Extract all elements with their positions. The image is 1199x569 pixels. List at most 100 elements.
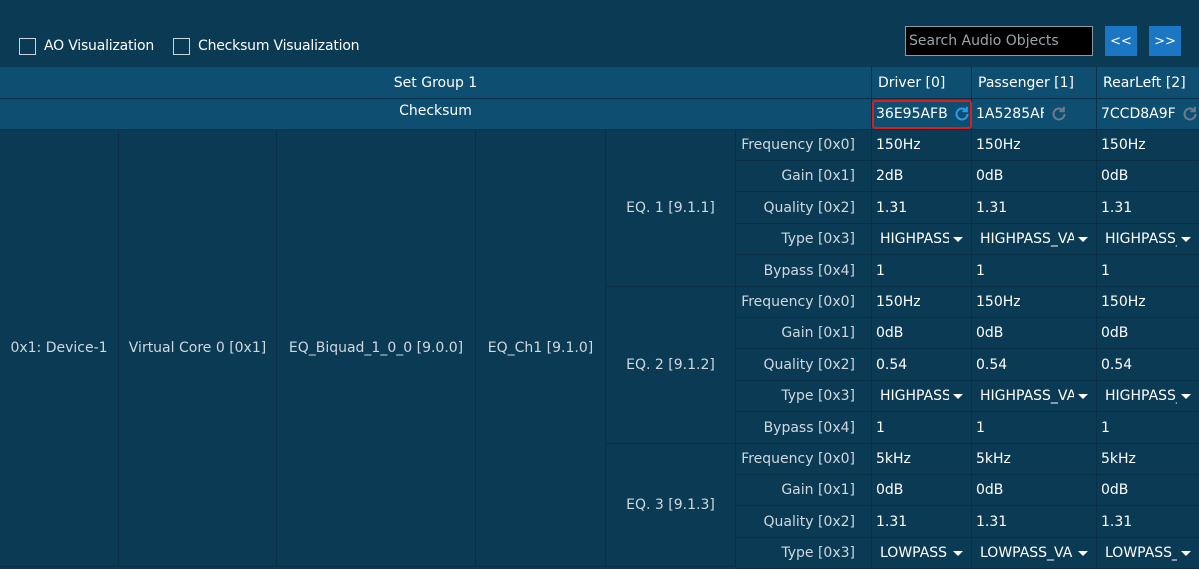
column-header-driver[interactable]: Driver [0] xyxy=(872,67,972,99)
parameter-value[interactable]: 150Hz xyxy=(1097,287,1199,318)
refresh-icon[interactable] xyxy=(1181,105,1199,123)
parameter-value[interactable]: 1.31 xyxy=(872,192,972,224)
core-label: Virtual Core 0 [0x1] xyxy=(128,340,267,356)
parameter-value[interactable]: 0dB xyxy=(972,318,1097,349)
checkbox-box[interactable] xyxy=(173,37,190,55)
chevron-down-icon[interactable] xyxy=(1078,393,1088,399)
parameter-name: Gain [0x1] xyxy=(736,475,872,506)
parameter-value[interactable]: 2dB xyxy=(872,161,972,192)
parameter-name: Bypass [0x4] xyxy=(736,412,872,444)
parameter-value[interactable]: 1 xyxy=(872,412,972,444)
type-dropdown[interactable]: HIGHPASS_VA xyxy=(972,224,1097,255)
parameter-value[interactable]: 0dB xyxy=(872,475,972,506)
type-dropdown[interactable]: LOWPASS_VA xyxy=(972,538,1097,569)
object-label: EQ_Biquad_1_0_0 [9.0.0] xyxy=(288,340,464,356)
parameter-value[interactable]: 1 xyxy=(872,255,972,287)
parameter-value[interactable]: 0dB xyxy=(972,161,1097,192)
eq-block-label: EQ. 1 [9.1.1] xyxy=(626,200,715,216)
type-dropdown[interactable]: HIGHPASS_VA xyxy=(972,381,1097,412)
chevron-down-icon[interactable] xyxy=(1181,393,1191,399)
ao-visualization-label: AO Visualization xyxy=(44,38,155,54)
type-dropdown-value: HIGHPASS_ xyxy=(1105,388,1177,404)
parameter-value[interactable]: 1 xyxy=(1097,412,1199,444)
parameter-name: Type [0x3] xyxy=(736,538,872,569)
parameter-value[interactable]: 0dB xyxy=(1097,475,1199,506)
parameter-value[interactable]: 0.54 xyxy=(872,349,972,381)
parameter-value[interactable]: 5kHz xyxy=(872,444,972,475)
checkbox-box[interactable] xyxy=(19,37,36,55)
parameter-value[interactable]: 1 xyxy=(972,412,1097,444)
chevron-down-icon[interactable] xyxy=(953,236,963,242)
parameter-name: Type [0x3] xyxy=(736,381,872,412)
checksum-value: 7CCD8A9F xyxy=(1101,106,1175,122)
parameter-value[interactable]: 0dB xyxy=(1097,161,1199,192)
parameter-value[interactable]: 150Hz xyxy=(972,287,1097,318)
type-dropdown[interactable]: LOWPASS xyxy=(872,538,972,569)
parameter-value[interactable]: 1.31 xyxy=(972,506,1097,538)
parameter-value[interactable]: 1 xyxy=(972,255,1097,287)
checksum-cell-driver: 36E95AFB xyxy=(872,99,972,130)
eq-block-cell[interactable]: EQ. 2 [9.1.2] xyxy=(606,287,736,444)
prev-page-button[interactable]: << xyxy=(1105,26,1137,56)
type-dropdown-value: HIGHPASS_VA xyxy=(980,388,1074,404)
eq-block-cell[interactable]: EQ. 1 [9.1.1] xyxy=(606,130,736,287)
device-cell[interactable]: 0x1: Device-1 xyxy=(0,130,119,567)
checksum-cell-passenger: 1A5285AF xyxy=(972,99,1097,130)
eq-block-cell[interactable]: EQ. 3 [9.1.3] xyxy=(606,444,736,567)
parameter-value[interactable]: 5kHz xyxy=(972,444,1097,475)
object-cell[interactable]: EQ_Biquad_1_0_0 [9.0.0] xyxy=(277,130,476,567)
type-dropdown-value: LOWPASS xyxy=(880,545,948,561)
chevron-down-icon[interactable] xyxy=(953,393,963,399)
type-dropdown[interactable]: HIGHPASS_ xyxy=(1097,381,1199,412)
parameter-value[interactable]: 1.31 xyxy=(872,506,972,538)
parameter-value[interactable]: 0.54 xyxy=(972,349,1097,381)
parameter-name: Quality [0x2] xyxy=(736,506,872,538)
type-dropdown[interactable]: HIGHPASS xyxy=(872,381,972,412)
checksum-cell-rearleft: 7CCD8A9F xyxy=(1097,99,1199,130)
parameter-value[interactable]: 1.31 xyxy=(1097,192,1199,224)
parameter-name: Gain [0x1] xyxy=(736,161,872,192)
type-dropdown-value: HIGHPASS xyxy=(880,231,949,247)
column-header-rearleft[interactable]: RearLeft [2] xyxy=(1097,67,1199,99)
ao-visualization-checkbox[interactable]: AO Visualization xyxy=(19,36,154,56)
checksum-value: 1A5285AF xyxy=(976,106,1044,122)
chevron-down-icon[interactable] xyxy=(1078,236,1088,242)
parameter-value[interactable]: 1.31 xyxy=(972,192,1097,224)
chevron-down-icon[interactable] xyxy=(1181,236,1191,242)
chevron-down-icon[interactable] xyxy=(1078,550,1088,556)
channel-cell[interactable]: EQ_Ch1 [9.1.0] xyxy=(476,130,606,567)
chevron-down-icon[interactable] xyxy=(953,550,963,556)
checksum-visualization-label: Checksum Visualization xyxy=(198,38,360,54)
parameter-value[interactable]: 0dB xyxy=(1097,318,1199,349)
parameter-value[interactable]: 0.54 xyxy=(1097,349,1199,381)
device-label: 0x1: Device-1 xyxy=(10,340,108,356)
parameter-name: Quality [0x2] xyxy=(736,349,872,381)
next-page-button[interactable]: >> xyxy=(1149,26,1181,56)
chevron-down-icon[interactable] xyxy=(1181,550,1191,556)
refresh-icon[interactable] xyxy=(1050,105,1068,123)
core-cell[interactable]: Virtual Core 0 [0x1] xyxy=(119,130,277,567)
checksum-highlight xyxy=(872,100,972,129)
column-header-label: Passenger [1] xyxy=(978,74,1075,91)
parameter-value[interactable]: 150Hz xyxy=(972,130,1097,161)
type-dropdown[interactable]: HIGHPASS_ xyxy=(1097,224,1199,255)
checksum-visualization-checkbox[interactable]: Checksum Visualization xyxy=(173,36,360,56)
parameter-value[interactable]: 1 xyxy=(1097,255,1199,287)
type-dropdown[interactable]: LOWPASS_\ xyxy=(1097,538,1199,569)
parameter-value[interactable]: 150Hz xyxy=(1097,130,1199,161)
parameter-value[interactable]: 0dB xyxy=(872,318,972,349)
parameter-value[interactable]: 150Hz xyxy=(872,287,972,318)
parameter-value[interactable]: 5kHz xyxy=(1097,444,1199,475)
column-header-passenger[interactable]: Passenger [1] xyxy=(972,67,1097,99)
search-input[interactable] xyxy=(905,26,1093,56)
column-header-label: RearLeft [2] xyxy=(1103,74,1186,91)
set-group-header: Set Group 1 xyxy=(0,67,872,99)
type-dropdown-value: HIGHPASS_VA xyxy=(980,231,1074,247)
type-dropdown-value: LOWPASS_\ xyxy=(1105,545,1177,561)
parameter-value[interactable]: 0dB xyxy=(972,475,1097,506)
type-dropdown-value: LOWPASS_VA xyxy=(980,545,1073,561)
type-dropdown[interactable]: HIGHPASS xyxy=(872,224,972,255)
parameter-value[interactable]: 150Hz xyxy=(872,130,972,161)
parameter-value[interactable]: 1.31 xyxy=(1097,506,1199,538)
checksum-title: Checksum xyxy=(399,103,472,119)
